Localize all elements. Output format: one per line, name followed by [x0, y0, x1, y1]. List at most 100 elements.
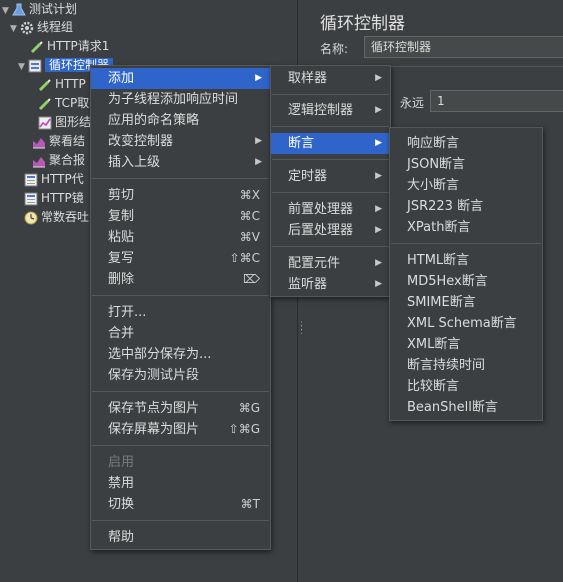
menu-item-label: 逻辑控制器	[288, 103, 354, 118]
tree-item-view-results[interactable]: 察看结	[32, 132, 85, 150]
menu-item-duration-assertion[interactable]: 断言持续时间	[390, 355, 542, 376]
menu-item-label: XPath断言	[407, 220, 471, 235]
shortcut-label: ⌘C	[239, 209, 260, 223]
tree-item-label: HTTP镜	[41, 191, 84, 205]
menu-item-listener[interactable]: 监听器 ▶	[271, 274, 390, 295]
menu-item-toggle[interactable]: 切换 ⌘T	[91, 494, 270, 515]
tree-item-label: TCP取	[55, 96, 90, 110]
menu-separator	[272, 94, 389, 95]
menu-item-help[interactable]: 帮助	[91, 527, 270, 548]
menu-item-label: 切换	[108, 497, 135, 512]
menu-item-duplicate[interactable]: 复写 ⇧⌘C	[91, 248, 270, 269]
submenu-arrow-icon: ▶	[375, 225, 382, 235]
menu-separator	[92, 520, 269, 521]
tree-item-label: 察看结	[49, 134, 86, 148]
menu-separator	[92, 391, 269, 392]
tree-item-http-proxy[interactable]: HTTP代	[24, 170, 84, 188]
menu-item-save-selection-as[interactable]: 选中部分保存为...	[91, 344, 270, 365]
menu-item-pre-processor[interactable]: 前置处理器 ▶	[271, 199, 390, 220]
menu-item-response-assertion[interactable]: 响应断言	[390, 133, 542, 154]
menu-item-label: SMIME断言	[407, 295, 476, 310]
menu-item-smime-assertion[interactable]: SMIME断言	[390, 292, 542, 313]
menu-item-open[interactable]: 打开...	[91, 302, 270, 323]
menu-item-disable[interactable]: 禁用	[91, 473, 270, 494]
menu-item-label: JSR223 断言	[407, 199, 484, 214]
menu-separator	[391, 243, 541, 244]
menu-item-label: 保存屏幕为图片	[108, 422, 200, 437]
menu-item-label: 插入上级	[108, 155, 161, 170]
menu-item-post-processor[interactable]: 后置处理器 ▶	[271, 220, 390, 241]
doc-icon	[24, 173, 38, 187]
name-field[interactable]: 循环控制器	[364, 36, 563, 58]
tree-item-label: 测试计划	[29, 2, 78, 16]
menu-item-label: 大小断言	[407, 178, 460, 193]
menu-item-config-element[interactable]: 配置元件 ▶	[271, 253, 390, 274]
menu-separator	[272, 192, 389, 193]
menu-item-html-assertion[interactable]: HTML断言	[390, 250, 542, 271]
menu-item-add[interactable]: 添加 ▶	[91, 68, 270, 89]
menu-item-jsr223-assertion[interactable]: JSR223 断言	[390, 196, 542, 217]
graph-icon	[32, 154, 46, 168]
menu-item-label: 保存节点为图片	[108, 401, 200, 416]
splitter-grip-icon[interactable]: :::	[300, 320, 303, 337]
menu-item-delete[interactable]: 删除 ⌦	[91, 269, 270, 290]
tree-item-http-request-1[interactable]: HTTP请求1	[30, 37, 109, 55]
tree-item-graph-results[interactable]: 图形结	[38, 113, 91, 131]
menu-item-label: 选中部分保存为...	[108, 347, 212, 362]
menu-item-label: 复制	[108, 209, 135, 224]
menu-item-label: 响应断言	[407, 136, 460, 151]
tree-item-http[interactable]: HTTP	[38, 75, 86, 93]
expand-arrow-icon[interactable]: ▼	[18, 58, 28, 76]
submenu-arrow-icon: ▶	[375, 138, 382, 148]
forever-checkbox-label[interactable]: 永远	[400, 94, 424, 111]
menu-item-timer[interactable]: 定时器 ▶	[271, 166, 390, 187]
menu-separator	[92, 295, 269, 296]
loop-count-field[interactable]: 1	[430, 90, 563, 112]
add-submenu: 取样器 ▶ 逻辑控制器 ▶ 断言 ▶ 定时器 ▶ 前置处理器 ▶ 后置处理器 ▶ 配置元件 ▶…	[270, 65, 391, 297]
assertions-submenu: 响应断言 JSON断言 大小断言 JSR223 断言 XPath断言 HTML断…	[389, 127, 543, 421]
submenu-arrow-icon: ▶	[375, 204, 382, 214]
menu-item-size-assertion[interactable]: 大小断言	[390, 175, 542, 196]
menu-item-enable: 启用	[91, 452, 270, 473]
menu-item-cut[interactable]: 剪切 ⌘X	[91, 185, 270, 206]
tree-item-thread-group[interactable]: ▼ 线程组	[10, 18, 73, 36]
menu-item-xml-schema-assertion[interactable]: XML Schema断言	[390, 313, 542, 334]
menu-item-save-as-test-fragment[interactable]: 保存为测试片段	[91, 365, 270, 386]
menu-item-compare-assertion[interactable]: 比较断言	[390, 376, 542, 397]
menu-item-label: 合并	[108, 326, 135, 341]
context-menu: 添加 ▶ 为子线程添加响应时间 应用的命名策略 改变控制器 ▶ 插入上级 ▶ 剪切 ⌘X…	[90, 65, 271, 550]
menu-item-sampler[interactable]: 取样器 ▶	[271, 68, 390, 89]
expand-arrow-icon[interactable]: ▼	[10, 20, 20, 38]
tree-item-constant-throughput[interactable]: 常数吞吐	[24, 208, 89, 226]
menu-item-md5hex-assertion[interactable]: MD5Hex断言	[390, 271, 542, 292]
menu-item-save-screen-as-image[interactable]: 保存屏幕为图片 ⇧⌘G	[91, 419, 270, 440]
menu-item-label: 为子线程添加响应时间	[108, 92, 239, 107]
tree-item-aggregate-report[interactable]: 聚合报	[32, 151, 85, 169]
gear-icon	[20, 21, 34, 35]
menu-item-change-controller[interactable]: 改变控制器 ▶	[91, 131, 270, 152]
menu-item-apply-naming-policy[interactable]: 应用的命名策略	[91, 110, 270, 131]
menu-item-xpath-assertion[interactable]: XPath断言	[390, 217, 542, 238]
tree-item-http-mirror[interactable]: HTTP镜	[24, 189, 84, 207]
menu-item-label: 保存为测试片段	[108, 368, 200, 383]
menu-item-xml-assertion[interactable]: XML断言	[390, 334, 542, 355]
menu-item-label: 粘贴	[108, 230, 135, 245]
menu-item-assertions[interactable]: 断言 ▶	[271, 133, 390, 154]
menu-item-label: 启用	[108, 455, 135, 470]
menu-item-insert-parent[interactable]: 插入上级 ▶	[91, 152, 270, 173]
menu-item-add-think-time[interactable]: 为子线程添加响应时间	[91, 89, 270, 110]
submenu-arrow-icon: ▶	[375, 105, 382, 115]
menu-item-save-node-as-image[interactable]: 保存节点为图片 ⌘G	[91, 398, 270, 419]
menu-item-paste[interactable]: 粘贴 ⌘V	[91, 227, 270, 248]
menu-item-beanshell-assertion[interactable]: BeanShell断言	[390, 397, 542, 418]
menu-item-logic-controller[interactable]: 逻辑控制器 ▶	[271, 100, 390, 121]
shortcut-label: ⌦	[243, 272, 260, 286]
tree-item-tcp[interactable]: TCP取	[38, 94, 89, 112]
menu-item-merge[interactable]: 合并	[91, 323, 270, 344]
tree-item-label: 常数吞吐	[41, 210, 90, 224]
menu-item-json-assertion[interactable]: JSON断言	[390, 154, 542, 175]
shortcut-label: ⇧⌘C	[229, 251, 260, 265]
menu-item-label: 定时器	[288, 169, 328, 184]
tree-item-test-plan[interactable]: ▼ 测试计划	[2, 0, 77, 18]
menu-item-copy[interactable]: 复制 ⌘C	[91, 206, 270, 227]
